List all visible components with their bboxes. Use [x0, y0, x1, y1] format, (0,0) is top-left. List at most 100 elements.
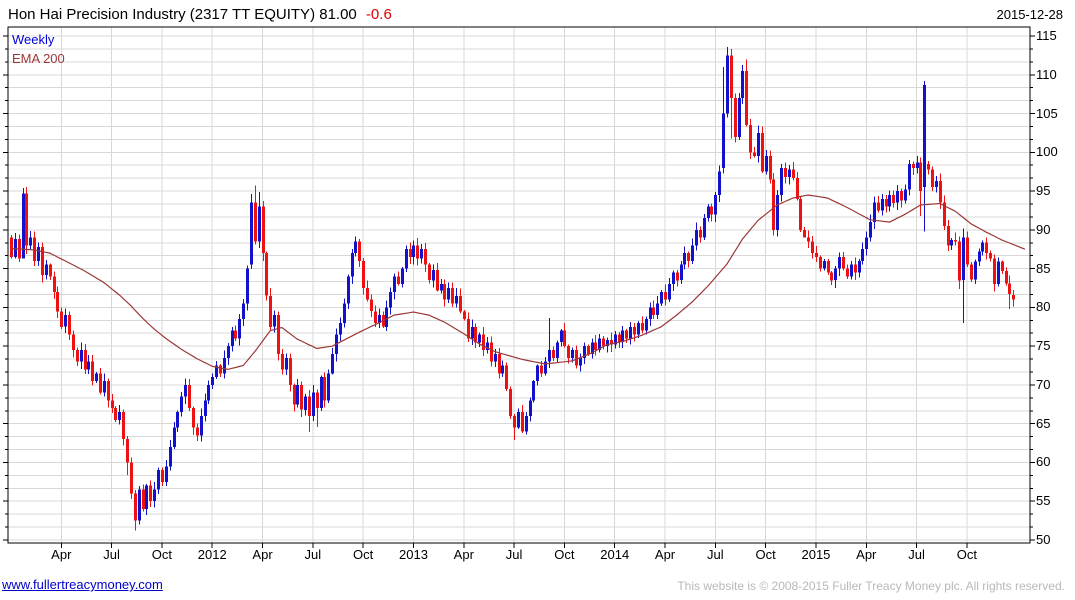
candle — [660, 290, 663, 306]
candle — [811, 236, 814, 258]
x-axis-label: 2012 — [198, 547, 227, 562]
candle — [490, 336, 493, 366]
candle — [153, 482, 156, 508]
candle — [250, 194, 253, 269]
candle — [451, 283, 454, 307]
candle — [958, 237, 961, 289]
candle — [114, 406, 117, 422]
candle — [815, 246, 818, 262]
y-axis-label: 115 — [1036, 28, 1057, 43]
x-axis-label: Jul — [305, 547, 322, 562]
candle — [180, 392, 183, 416]
candle — [548, 318, 551, 368]
candle — [393, 273, 396, 299]
candle — [409, 242, 412, 264]
x-axis-label: Apr — [454, 547, 474, 562]
candle — [993, 254, 996, 291]
candle — [354, 237, 357, 257]
candle — [188, 379, 191, 411]
candle — [258, 192, 261, 248]
candle — [536, 364, 539, 385]
candle — [107, 378, 110, 407]
candle — [401, 267, 404, 287]
candle — [211, 374, 214, 389]
candle — [447, 283, 450, 303]
y-axis-label: 80 — [1036, 299, 1050, 314]
candle — [33, 232, 36, 266]
site-link[interactable]: www.fullertreacymoney.com — [2, 577, 163, 592]
candle — [296, 379, 299, 408]
candle — [281, 349, 284, 375]
legend-timeframe: Weekly — [12, 32, 54, 47]
candle — [943, 196, 946, 231]
candle — [459, 289, 462, 314]
plot-frame — [3, 27, 1035, 548]
candle — [64, 308, 67, 333]
candle — [323, 373, 326, 408]
candle — [703, 214, 706, 240]
candle — [974, 259, 977, 284]
candle — [10, 235, 13, 258]
candle — [827, 259, 830, 275]
ema-line — [11, 195, 1025, 369]
candle — [927, 161, 930, 174]
candle — [629, 322, 632, 344]
candle — [103, 374, 106, 397]
candle — [474, 324, 477, 348]
candle — [149, 480, 152, 507]
y-axis-label: 65 — [1036, 416, 1050, 431]
candle — [234, 325, 237, 341]
candle — [780, 164, 783, 202]
candle — [293, 384, 296, 412]
x-axis-label: 2013 — [399, 547, 428, 562]
candle — [215, 361, 218, 379]
y-axis-label: 95 — [1036, 183, 1050, 198]
y-axis-label: 100 — [1036, 144, 1058, 159]
candle — [196, 424, 199, 441]
candle — [343, 298, 346, 327]
candle — [970, 262, 973, 282]
candle — [327, 370, 330, 403]
x-axis-label: 2015 — [801, 547, 830, 562]
candle — [169, 440, 172, 470]
candle — [14, 233, 17, 259]
candle — [656, 296, 659, 319]
x-axis-label: Oct — [756, 547, 776, 562]
candle — [676, 270, 679, 286]
candle — [501, 361, 504, 377]
candle — [463, 310, 466, 321]
candle — [745, 59, 748, 126]
candle — [517, 408, 520, 429]
candle — [424, 243, 427, 272]
candle — [904, 185, 907, 204]
x-axis-label: Oct — [353, 547, 373, 562]
chart-page: Hon Hai Precision Industry (2317 TT EQUI… — [0, 0, 1075, 600]
candle — [486, 337, 489, 353]
candle — [618, 332, 621, 348]
candle — [316, 390, 319, 427]
candlestick-chart — [0, 0, 1075, 600]
candle — [60, 308, 63, 330]
candle — [807, 231, 810, 249]
candle — [873, 196, 876, 229]
candle — [869, 214, 872, 241]
candle — [683, 247, 686, 270]
y-axis-label: 50 — [1036, 532, 1050, 547]
candle — [892, 191, 895, 208]
candle — [1005, 267, 1008, 285]
candle — [289, 354, 292, 392]
candle — [931, 166, 934, 190]
candle — [443, 279, 446, 306]
candle — [56, 287, 59, 318]
candle — [738, 93, 741, 140]
candle — [242, 299, 245, 326]
candle — [881, 194, 884, 216]
candle — [455, 288, 458, 307]
candle — [981, 241, 984, 256]
candle — [730, 49, 733, 138]
candle — [714, 192, 717, 222]
x-axis-label: Oct — [957, 547, 977, 562]
candle — [830, 271, 833, 285]
x-axis-label: Oct — [554, 547, 574, 562]
candle — [950, 238, 953, 250]
